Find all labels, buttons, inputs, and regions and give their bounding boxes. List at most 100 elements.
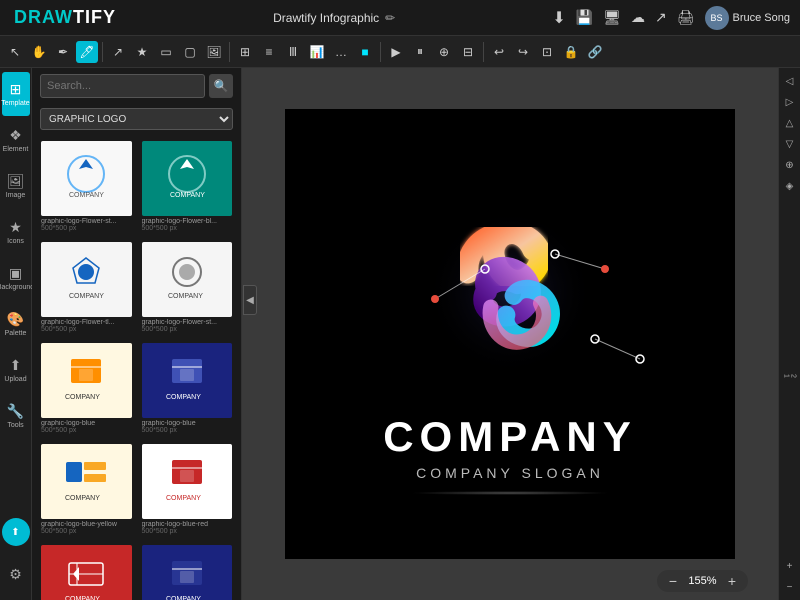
cloud-icon[interactable]: ☁ <box>631 9 645 26</box>
video-tool[interactable]: ▶ <box>385 41 407 63</box>
template-item[interactable]: COMPANY graphic-logo-Flower-bl... 500*50… <box>139 138 236 235</box>
background-icon: ▣ <box>9 265 22 282</box>
download-icon[interactable]: ⬇ <box>552 8 565 28</box>
template-item[interactable]: COMPANY graphic-logo-blue 500*500 px <box>38 340 135 437</box>
rp-plus[interactable]: + <box>781 557 799 575</box>
palette-icon: 🎨 <box>7 311 24 328</box>
element-icon: ❖ <box>9 127 22 144</box>
search-button[interactable]: 🔍 <box>209 74 233 98</box>
table-tool[interactable]: ⊞ <box>234 41 256 63</box>
rp-minus[interactable]: − <box>781 578 799 596</box>
svg-text:COMPANY: COMPANY <box>168 293 203 300</box>
company-text: COMPANY <box>383 413 637 461</box>
template-label: Template <box>1 100 29 107</box>
nav-tools[interactable]: 🔧 Tools <box>2 394 30 438</box>
rp-zoom-label: 12 <box>783 374 797 378</box>
pen-tool[interactable]: ✒ <box>52 41 74 63</box>
hand-tool[interactable]: ✋ <box>28 41 50 63</box>
lock-btn[interactable]: 🔒 <box>560 41 582 63</box>
print-icon[interactable]: 🖨 <box>677 9 695 26</box>
bars-tool[interactable]: Ⅲ <box>282 41 304 63</box>
icons-label: Icons <box>7 238 24 245</box>
brush-tool[interactable]: 🖊 <box>76 41 98 63</box>
template-item[interactable]: COMPANY graphic-logo-red 500*500 px <box>38 542 135 600</box>
slogan-text: COMPANY SLOGAN <box>416 465 604 481</box>
rp-arrow-left[interactable]: ◁ <box>781 72 799 90</box>
image-icon: 🖼 <box>7 173 25 190</box>
template-item[interactable]: COMPANY graphic-logo-Flower-st... 500*50… <box>38 138 135 235</box>
undo-btn[interactable]: ↩ <box>488 41 510 63</box>
green-box-tool[interactable]: ■ <box>354 41 376 63</box>
upload-icon: ⬆ <box>10 357 22 374</box>
nav-settings[interactable]: ⚙ <box>2 552 30 596</box>
toolbar: ↖ ✋ ✒ 🖊 ↗ ★ ▭ ▢ 🖼 ⊞ ≡ Ⅲ 📊 … ■ ▶ ⏸ ⊕ ⊟ ↩ … <box>0 36 800 68</box>
nav-palette[interactable]: 🎨 Palette <box>2 302 30 346</box>
image-label: Image <box>6 192 25 199</box>
zoom-in-button[interactable]: + <box>724 573 740 589</box>
link-btn[interactable]: 🔗 <box>584 41 606 63</box>
upload-label: Upload <box>4 376 26 383</box>
template-item[interactable]: COMPANY graphic-logo-blue 500*500 px <box>139 340 236 437</box>
zoom-bar: − 155% + <box>657 570 748 592</box>
arrow-tool[interactable]: ↗ <box>107 41 129 63</box>
rp-zoom-vertical: 12 <box>783 198 797 554</box>
svg-text:COMPANY: COMPANY <box>65 596 100 600</box>
zoom-out-button[interactable]: − <box>665 573 681 589</box>
chart-tool[interactable]: 📊 <box>306 41 328 63</box>
select-tool[interactable]: ↖ <box>4 41 26 63</box>
svg-text:COMPANY: COMPANY <box>69 192 104 199</box>
save-icon[interactable]: 💾 <box>576 9 593 26</box>
title-text: Drawtify Infographic <box>273 11 379 25</box>
nav-template[interactable]: ⊞ Template <box>2 72 30 116</box>
left-nav: ⊞ Template ❖ Element 🖼 Image ★ Icons ▣ B… <box>0 68 32 600</box>
template-search-header: 🔍 <box>32 68 241 104</box>
redo-btn[interactable]: ↪ <box>512 41 534 63</box>
duplicate-btn[interactable]: ⊡ <box>536 41 558 63</box>
layers-tool[interactable]: ⊕ <box>433 41 455 63</box>
template-item[interactable]: COMPANY graphic-logo-blue-yellow 500*500… <box>38 441 135 538</box>
avatar: BS <box>705 6 729 30</box>
rect-tool[interactable]: ▭ <box>155 41 177 63</box>
user-profile[interactable]: BS Bruce Song <box>705 6 790 30</box>
main-area: ⊞ Template ❖ Element 🖼 Image ★ Icons ▣ B… <box>0 68 800 600</box>
svg-text:COMPANY: COMPANY <box>170 192 205 199</box>
monitor-icon[interactable]: 🖥 <box>603 9 621 26</box>
panel-collapse-button[interactable]: ◀ <box>243 285 257 315</box>
nav-icons[interactable]: ★ Icons <box>2 210 30 254</box>
nav-background[interactable]: ▣ Background <box>2 256 30 300</box>
template-item[interactable]: COMPANY graphic-logo-Flower-st... 500*50… <box>139 239 236 336</box>
search-input[interactable] <box>40 74 205 98</box>
share-icon[interactable]: ↗ <box>655 9 667 26</box>
rp-settings[interactable]: ◈ <box>781 177 799 195</box>
rp-arrow-up[interactable]: △ <box>781 114 799 132</box>
align-tool[interactable]: ⊟ <box>457 41 479 63</box>
columns-tool[interactable]: ≡ <box>258 41 280 63</box>
zoom-value: 155% <box>685 575 720 587</box>
edit-icon[interactable]: ✏ <box>385 11 395 25</box>
nav-upload[interactable]: ⬆ Upload <box>2 348 30 392</box>
media-tool[interactable]: ⏸ <box>409 41 431 63</box>
icons-icon: ★ <box>9 219 22 236</box>
star-tool[interactable]: ★ <box>131 41 153 63</box>
template-item[interactable]: COMPANY graphic-logo-blue-red 500*500 px <box>139 441 236 538</box>
nav-element[interactable]: ❖ Element <box>2 118 30 162</box>
rounded-rect-tool[interactable]: ▢ <box>179 41 201 63</box>
template-icon: ⊞ <box>10 81 22 98</box>
upgrade-button[interactable]: ⬆ <box>2 518 30 546</box>
rp-expand[interactable]: ⊕ <box>781 156 799 174</box>
category-select[interactable]: GRAPHIC LOGO <box>40 108 233 130</box>
tools-label: Tools <box>7 422 23 429</box>
svg-text:COMPANY: COMPANY <box>166 596 201 600</box>
document-title: Drawtify Infographic ✏ <box>273 11 395 25</box>
rp-arrow-right[interactable]: ▷ <box>781 93 799 111</box>
canvas-area[interactable]: COMPANY COMPANY SLOGAN − 155% + <box>242 68 778 600</box>
topbar-left: DRAWTIFY <box>10 7 116 28</box>
template-item[interactable]: COMPANY graphic-logo-blue... 500*500 px <box>139 542 236 600</box>
user-name: Bruce Song <box>733 12 790 24</box>
rp-arrow-down[interactable]: ▽ <box>781 135 799 153</box>
more-tool[interactable]: … <box>330 41 352 63</box>
image-tool[interactable]: 🖼 <box>203 41 225 63</box>
svg-text:COMPANY: COMPANY <box>65 495 100 502</box>
nav-image[interactable]: 🖼 Image <box>2 164 30 208</box>
template-item[interactable]: COMPANY graphic-logo-Flower-tl... 500*50… <box>38 239 135 336</box>
